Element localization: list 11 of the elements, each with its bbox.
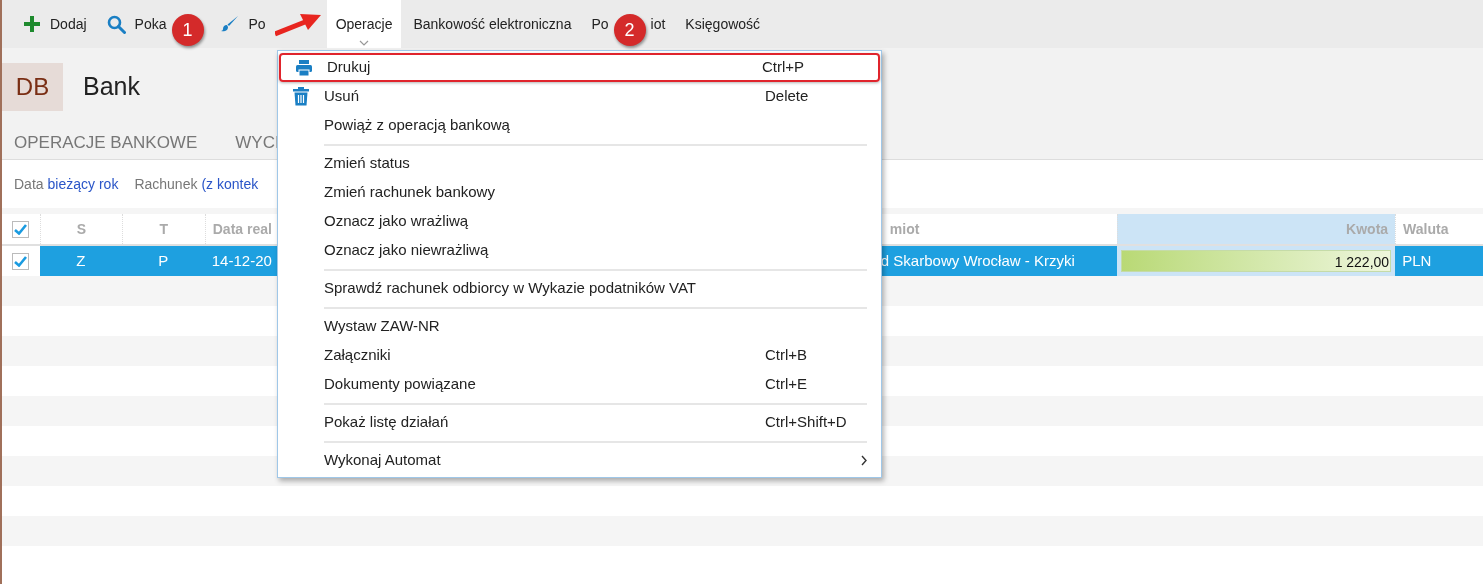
step-badge: 1	[171, 14, 204, 46]
table-cell-text: PLN	[1402, 250, 1432, 271]
module-badge: DB	[2, 63, 63, 111]
filter-label: Data	[14, 174, 44, 194]
page-title: Bank	[83, 71, 140, 103]
filter-label: Rachunek	[134, 174, 198, 194]
step-badge: 2	[613, 14, 646, 46]
table-cell-text: 14-12-20	[211, 250, 272, 271]
table-cell-text: 1 222,00	[1334, 253, 1390, 272]
table-cell-text: P	[158, 250, 169, 271]
table-cell-text: Z	[76, 250, 86, 271]
